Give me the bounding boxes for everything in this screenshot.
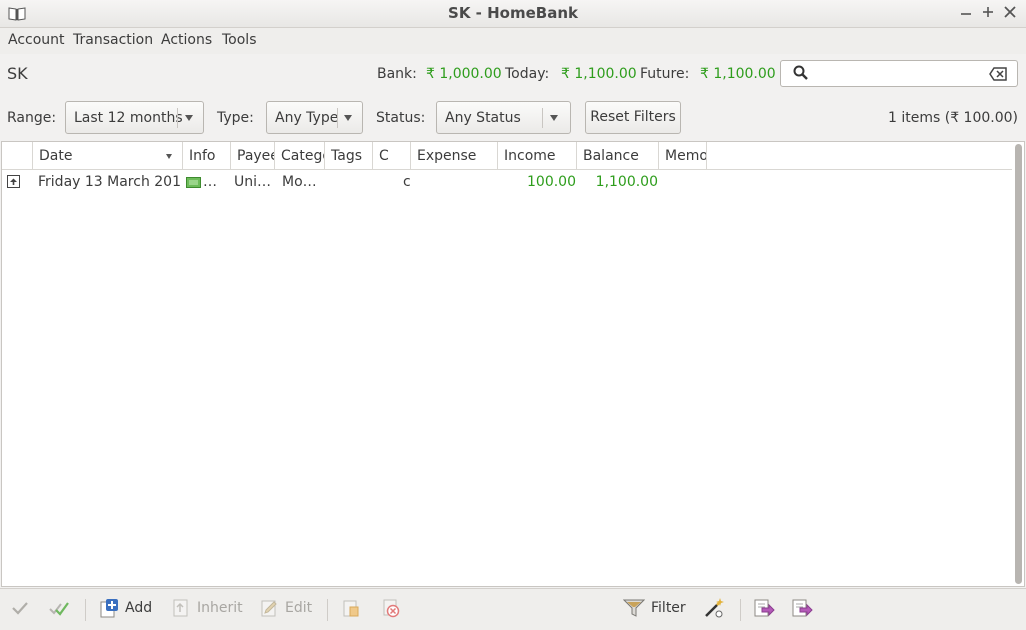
column-header-c[interactable]: C (373, 142, 411, 170)
chevron-down-icon (344, 115, 352, 121)
check-icon (12, 602, 28, 615)
transactions-table: Date Info Payee Category Tags C Expense … (1, 141, 1025, 587)
reset-filters-button[interactable]: Reset Filters (585, 101, 681, 134)
clipboard-icon (343, 600, 359, 617)
search-icon (793, 65, 808, 80)
check-double-icon (49, 602, 69, 616)
close-button[interactable] (1001, 3, 1019, 23)
column-header-balance[interactable]: Balance (577, 142, 659, 170)
filter-bar: Range: Last 12 months Type: Any Type Sta… (0, 94, 1026, 140)
cell-payee: Uni… (234, 174, 272, 190)
column-header-memo[interactable]: Memo (659, 142, 707, 170)
type-label: Type: (217, 110, 254, 126)
status-value: Any Status (445, 110, 521, 126)
maximize-icon (983, 7, 993, 17)
menu-bar: Account Transaction Actions Tools (0, 28, 1026, 54)
column-header-payee[interactable]: Payee (231, 142, 275, 170)
scrollbar-thumb[interactable] (1015, 144, 1022, 584)
column-header-status-icon[interactable] (2, 142, 33, 170)
range-combo[interactable]: Last 12 months (65, 101, 204, 134)
vertical-scrollbar[interactable] (1013, 144, 1023, 584)
inherit-button[interactable]: Inherit (171, 597, 243, 623)
future-balance: ₹ 1,100.00 (700, 66, 776, 82)
export-icon (754, 599, 775, 617)
edit-button[interactable]: Edit (259, 597, 312, 623)
range-value: Last 12 months (74, 110, 183, 126)
filter-button[interactable]: Filter (622, 597, 686, 623)
mark-cleared-button[interactable] (11, 597, 29, 623)
inherit-icon (173, 599, 188, 617)
maximize-button[interactable] (979, 3, 997, 23)
edit-icon (261, 600, 277, 617)
bottom-toolbar: Add Inherit Edit Filter (0, 588, 1026, 630)
sort-descending-icon (166, 154, 172, 159)
column-header-expense[interactable]: Expense (411, 142, 498, 170)
menu-account[interactable]: Account (8, 32, 65, 48)
minimize-icon (961, 13, 971, 15)
cell-expense (414, 170, 494, 194)
table-row[interactable]: Friday 13 March 2015 … Uni… Mo… c 100.00… (2, 170, 1012, 194)
filter-icon (622, 599, 646, 617)
row-status-icon[interactable] (7, 170, 27, 194)
menu-transaction[interactable]: Transaction (73, 32, 153, 48)
account-name: SK (7, 64, 28, 83)
close-icon (1004, 6, 1016, 18)
cash-icon (186, 176, 201, 188)
table-header: Date Info Payee Category Tags C Expense … (2, 142, 1012, 170)
mark-reconciled-button[interactable] (48, 597, 70, 623)
run-assignment-button[interactable] (703, 597, 725, 623)
cell-memo (664, 170, 706, 194)
cell-income: 100.00 (527, 174, 576, 190)
export-alt-icon (792, 599, 813, 617)
today-label: Today: (505, 66, 550, 82)
chevron-down-icon (550, 115, 558, 121)
items-summary: 1 items (₹ 100.00) (888, 110, 1018, 126)
range-label: Range: (7, 110, 57, 126)
type-value: Any Type (275, 110, 339, 126)
window-title: SK - HomeBank (448, 4, 578, 22)
delete-icon (383, 599, 400, 618)
cell-balance: 1,100.00 (595, 174, 658, 190)
column-header-tags[interactable]: Tags (325, 142, 373, 170)
clear-search-icon[interactable] (989, 67, 1007, 81)
menu-tools[interactable]: Tools (222, 32, 257, 48)
delete-button[interactable] (381, 597, 401, 623)
assign-button[interactable] (341, 597, 361, 623)
column-header-category[interactable]: Category (275, 142, 325, 170)
status-combo[interactable]: Any Status (436, 101, 571, 134)
bank-balance: ₹ 1,000.00 (426, 66, 502, 82)
cell-date: Friday 13 March 2015 (38, 174, 182, 190)
today-balance: ₹ 1,100.00 (561, 66, 637, 82)
cell-tags (328, 170, 372, 194)
menu-actions[interactable]: Actions (161, 32, 212, 48)
search-input[interactable] (817, 64, 977, 83)
title-bar: SK - HomeBank (0, 0, 1026, 28)
add-transaction-icon (100, 599, 118, 618)
search-field[interactable] (780, 60, 1018, 87)
type-combo[interactable]: Any Type (266, 101, 363, 134)
cell-info: … (186, 170, 230, 194)
print-button[interactable] (791, 597, 813, 623)
bank-label: Bank: (377, 66, 417, 82)
column-header-date[interactable]: Date (33, 142, 183, 170)
column-header-income[interactable]: Income (498, 142, 577, 170)
future-label: Future: (640, 66, 690, 82)
magic-wand-icon (705, 598, 724, 618)
add-button[interactable]: Add (99, 597, 152, 623)
chevron-down-icon (185, 115, 193, 121)
minimize-button[interactable] (957, 3, 975, 23)
export-button[interactable] (753, 597, 775, 623)
expand-icon (7, 175, 20, 188)
column-header-info[interactable]: Info (183, 142, 231, 170)
status-label: Status: (376, 110, 426, 126)
cell-category: Mo… (282, 174, 317, 190)
account-info-bar: SK Bank: ₹ 1,000.00 Today: ₹ 1,100.00 Fu… (0, 54, 1026, 94)
